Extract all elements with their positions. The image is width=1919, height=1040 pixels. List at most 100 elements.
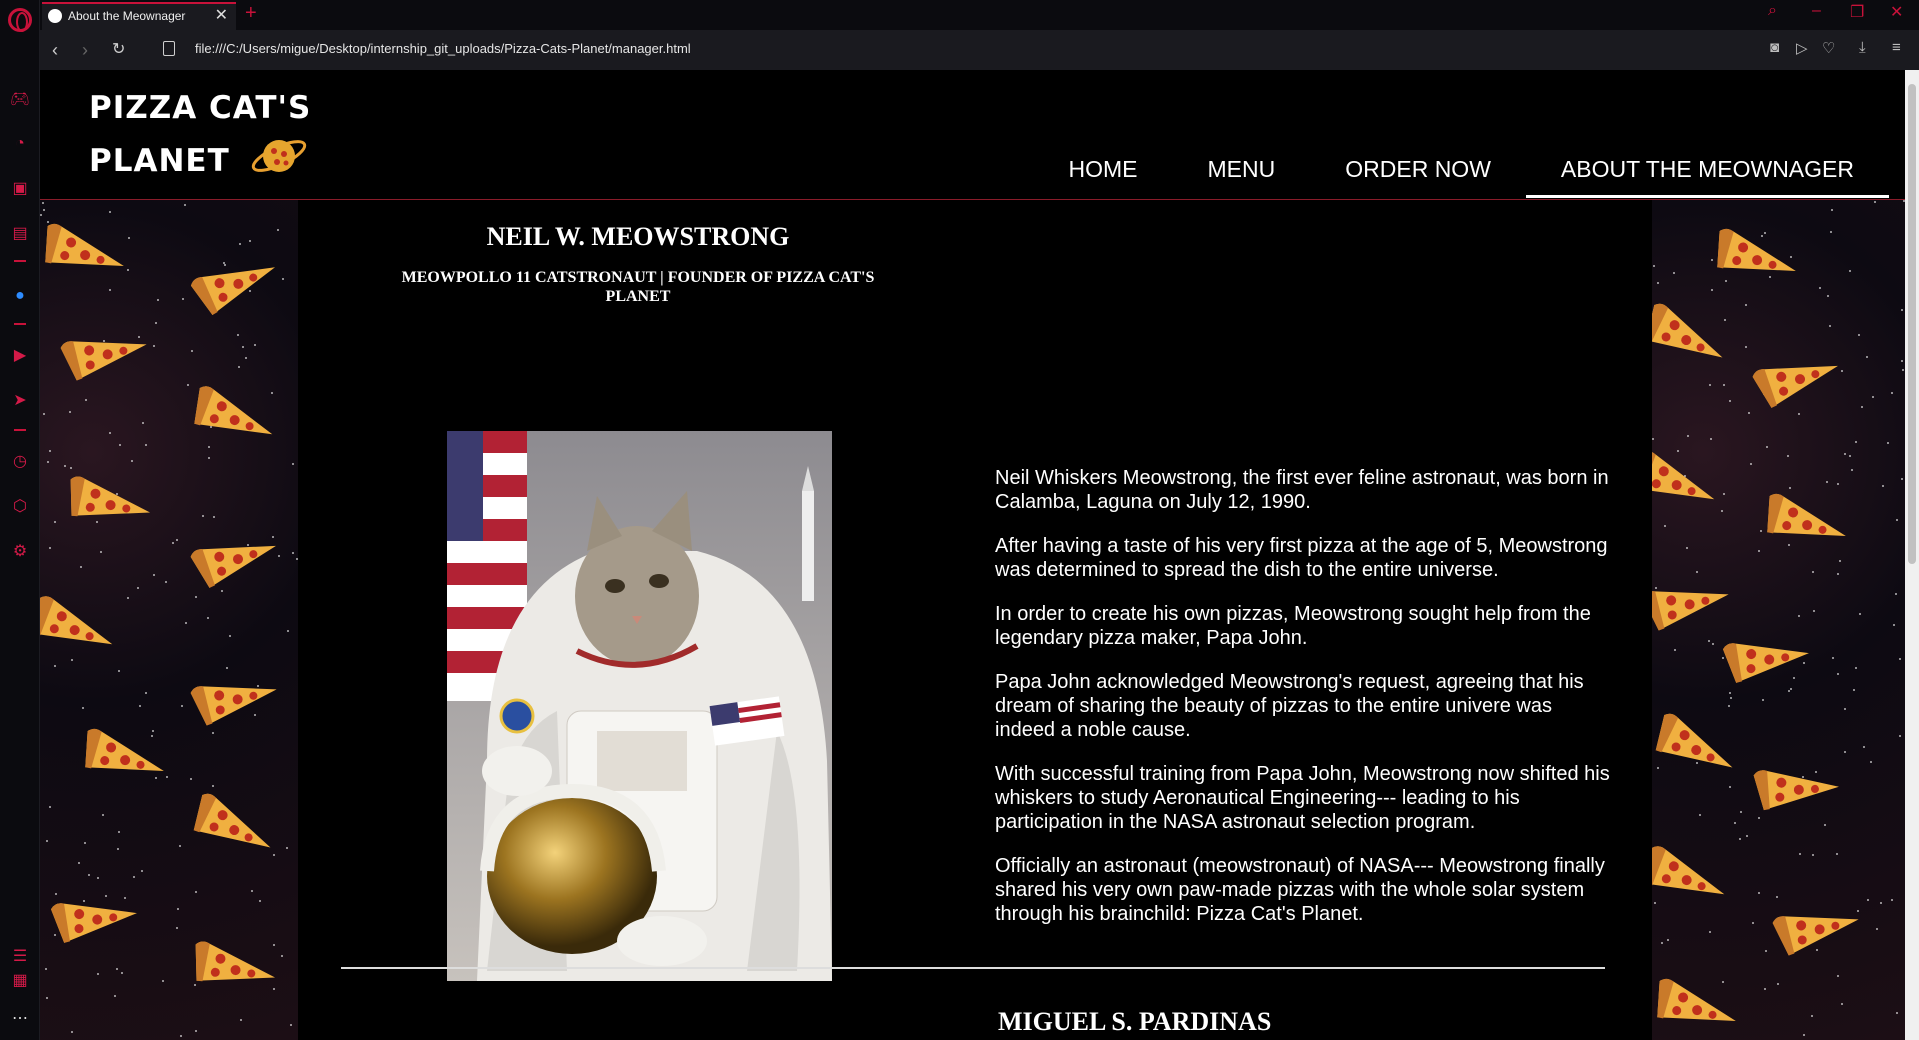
star-dot [46, 996, 49, 999]
star-dot [46, 461, 49, 464]
star-dot [1776, 896, 1779, 899]
star-dot [46, 839, 49, 842]
snapshot-icon[interactable]: ◙ [1770, 39, 1779, 56]
star-dot [1745, 303, 1748, 306]
forward-icon[interactable]: › [82, 38, 88, 62]
star-dot [1813, 609, 1816, 612]
star-dot [114, 994, 117, 997]
main-nav: HOME MENU ORDER NOW ABOUT THE MEOWNAGER [1034, 146, 1889, 198]
star-dot [1750, 463, 1753, 466]
opera-menu-icon[interactable] [8, 8, 32, 32]
logo-text-line1[interactable]: PIZZA CAT'S [89, 90, 311, 126]
star-dot [142, 422, 145, 425]
star-dot [108, 288, 111, 291]
pizza-slice-icon [76, 723, 173, 788]
person1-bio: Neil Whiskers Meowstrong, the first ever… [995, 466, 1610, 946]
star-dot [42, 412, 45, 415]
star-dot [273, 854, 276, 857]
restore-icon[interactable]: ❐ [1850, 2, 1864, 22]
star-dot [1881, 485, 1884, 488]
download-icon[interactable]: ⤓ [1859, 39, 1866, 56]
history-icon[interactable]: ◷ [9, 451, 31, 473]
settings-gear-icon[interactable]: ⚙ [9, 541, 31, 563]
logo-text-line2[interactable]: PLANET [89, 143, 230, 179]
workspace-icon[interactable]: ☰ [9, 946, 31, 968]
star-dot [1895, 593, 1898, 596]
star-dot [211, 731, 214, 734]
star-dot [1656, 767, 1659, 770]
star-dot [1728, 704, 1731, 707]
pizza-slice-icon [40, 589, 125, 661]
page-scrollbar[interactable] [1905, 70, 1919, 1040]
star-dot [1792, 677, 1795, 680]
star-dot [236, 334, 239, 337]
star-dot [1887, 442, 1890, 444]
search-tabs-icon[interactable]: ⌕ [1768, 2, 1777, 20]
star-dot [1860, 405, 1863, 408]
bookmark-heart-icon[interactable]: ♡ [1822, 39, 1835, 57]
star-dot [164, 580, 167, 583]
url-field[interactable]: file:///C:/Users/migue/Desktop/internshi… [195, 41, 691, 56]
easy-setup-icon[interactable]: ≡ [1892, 39, 1901, 56]
send-icon[interactable]: ➤ [9, 390, 31, 412]
twitch-icon[interactable]: ▤ [9, 223, 31, 245]
pizza-slice-icon [184, 236, 287, 324]
star-dot [1660, 941, 1663, 944]
star-dot [195, 595, 198, 598]
star-dot [1811, 854, 1814, 857]
star-dot [48, 449, 51, 452]
star-dot [70, 1031, 73, 1034]
star-dot [1663, 525, 1666, 528]
nav-about-meownager[interactable]: ABOUT THE MEOWNAGER [1525, 146, 1889, 198]
bag-icon[interactable]: ▣ [9, 178, 31, 200]
player-icon[interactable]: ▶ [9, 345, 31, 367]
star-dot [190, 349, 193, 352]
star-dot [1788, 543, 1791, 546]
bio-paragraph: Officially an astronaut (meowstronaut) o… [995, 855, 1605, 925]
star-dot [53, 520, 56, 523]
back-icon[interactable]: ‹ [52, 38, 58, 62]
extensions-cube-icon[interactable]: ⬡ [9, 496, 31, 518]
send-page-icon[interactable]: ▷ [1796, 39, 1808, 57]
messenger-icon[interactable]: ● [9, 285, 31, 307]
pizza-slice-icon [1766, 886, 1868, 964]
nav-home[interactable]: HOME [1034, 146, 1173, 198]
space-pizza-background-left [40, 200, 298, 1040]
star-dot [119, 444, 122, 447]
star-dot [1879, 902, 1882, 904]
star-dot [1709, 384, 1712, 387]
star-dot [189, 778, 192, 781]
minimize-icon[interactable]: – [1812, 2, 1821, 20]
gamepad-icon[interactable]: 🎮︎ [9, 89, 31, 111]
star-dot [1863, 745, 1866, 748]
star-dot [1898, 658, 1901, 661]
close-tab-icon[interactable]: ✕ [215, 4, 228, 28]
active-tab[interactable]: About the Meownager ✕ [42, 2, 236, 30]
star-dot [42, 201, 45, 204]
star-dot [281, 955, 284, 958]
star-dot [1764, 950, 1767, 953]
speed-dial-icon[interactable]: ◔ [9, 133, 31, 155]
bio-paragraph: Neil Whiskers Meowstrong, the first ever… [995, 467, 1609, 513]
star-dot [1799, 852, 1802, 855]
close-window-icon[interactable]: ✕ [1890, 2, 1903, 22]
new-tab-icon[interactable]: + [245, 2, 257, 24]
more-icon[interactable]: ⋯ [9, 1008, 31, 1030]
star-dot [176, 927, 179, 930]
reload-icon[interactable]: ↻ [112, 38, 125, 62]
tabs-icon[interactable]: ▦ [9, 970, 31, 992]
nav-order-now[interactable]: ORDER NOW [1310, 146, 1526, 198]
star-dot [80, 565, 83, 568]
star-dot [96, 973, 99, 976]
scrollbar-thumb[interactable] [1908, 84, 1916, 564]
nav-menu[interactable]: MENU [1173, 146, 1311, 198]
star-dot [1902, 368, 1905, 371]
star-dot [175, 538, 178, 541]
cat-astronaut-portrait [447, 431, 832, 981]
star-dot [1876, 927, 1879, 930]
star-dot [55, 892, 58, 895]
star-dot [291, 551, 294, 554]
star-dot [70, 658, 73, 661]
star-dot [1865, 355, 1868, 358]
star-dot [117, 670, 120, 673]
